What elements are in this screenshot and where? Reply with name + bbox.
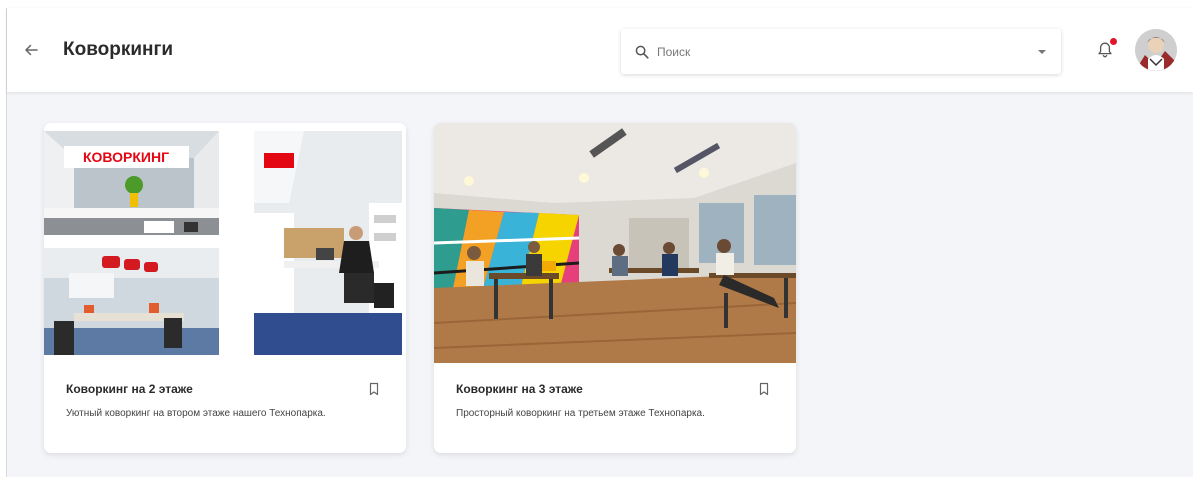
back-button[interactable]	[19, 38, 43, 62]
chevron-down-icon[interactable]	[1037, 49, 1047, 55]
bookmark-icon[interactable]	[368, 382, 380, 396]
bookmark-icon[interactable]	[758, 382, 770, 396]
coworking-card[interactable]: Коворкинг на 3 этаже Просторный коворкин…	[434, 123, 796, 453]
avatar[interactable]	[1135, 29, 1177, 71]
user-avatar-icon	[1135, 29, 1177, 71]
notification-dot	[1110, 38, 1117, 45]
top-cut-text	[0, 0, 1193, 8]
coworking-3-photo	[434, 123, 796, 363]
page-title: Коворкинги	[63, 39, 174, 60]
card-image	[434, 123, 796, 363]
card-title: Коворкинг на 3 этаже	[456, 382, 583, 396]
arrow-left-icon	[25, 44, 38, 56]
card-title: Коворкинг на 2 этаже	[66, 382, 193, 396]
app-frame: Коворкинги Поиск КОВОРКИНГ Коворкинг на …	[6, 8, 1193, 477]
notifications-button[interactable]	[1091, 36, 1119, 64]
app-header: Коворкинги	[7, 8, 1193, 92]
search-box[interactable]	[621, 29, 1061, 74]
search-icon	[635, 45, 649, 59]
coworking-card[interactable]: КОВОРКИНГ Коворкинг на 2 этаже Уютный ко…	[44, 123, 406, 453]
coworking-2-photo-collage: КОВОРКИНГ	[44, 123, 406, 363]
sign-text: КОВОРКИНГ	[83, 149, 169, 165]
card-image: КОВОРКИНГ	[44, 123, 406, 363]
search-input[interactable]	[657, 44, 1037, 59]
card-description: Просторный коворкинг на третьем этаже Те…	[456, 408, 705, 419]
card-description: Уютный коворкинг на втором этаже нашего …	[66, 408, 326, 419]
